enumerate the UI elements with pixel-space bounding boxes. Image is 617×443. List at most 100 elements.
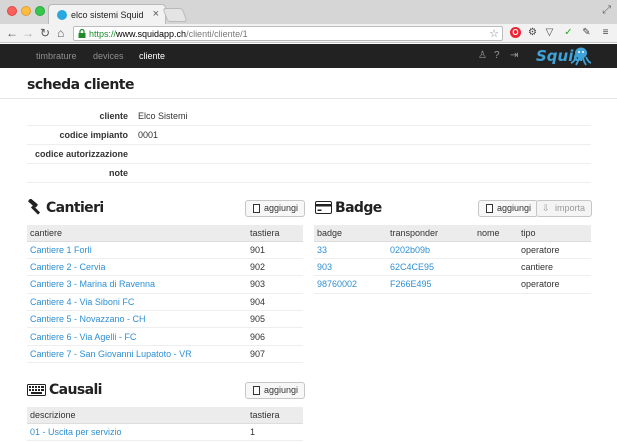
menu-icon[interactable]: ≡ bbox=[600, 27, 611, 38]
tastiera-cell: 1 bbox=[247, 423, 303, 441]
close-window-button[interactable] bbox=[7, 6, 17, 16]
column-header: tipo bbox=[518, 225, 591, 242]
tastiera-cell: 906 bbox=[247, 327, 303, 346]
tipo-cell: cantiere bbox=[518, 258, 591, 277]
fullscreen-icon[interactable]: ⤢ bbox=[602, 4, 611, 17]
tastiera-cell: 907 bbox=[247, 345, 303, 364]
badge-table: badge transponder nome tipo 33 0202b09b op… bbox=[314, 225, 591, 294]
maximize-window-button[interactable] bbox=[35, 6, 45, 16]
back-icon[interactable]: ← bbox=[6, 26, 18, 40]
table-row: Cantiere 1 Forlì 901 bbox=[27, 241, 303, 259]
nav-cliente[interactable]: cliente bbox=[139, 51, 165, 61]
opera-extension-icon[interactable]: O bbox=[510, 27, 521, 38]
badge-link[interactable]: 903 bbox=[314, 258, 387, 277]
table-row: Cantiere 2 - Cervia 902 bbox=[27, 258, 303, 277]
tastiera-cell: 904 bbox=[247, 293, 303, 312]
column-header: transponder bbox=[387, 225, 474, 242]
divider bbox=[0, 98, 617, 99]
credit-card-icon bbox=[315, 201, 332, 214]
keyboard-icon bbox=[27, 384, 46, 396]
hammer-icon bbox=[28, 199, 41, 215]
info-row-codice-autorizzazione: codice autorizzazione bbox=[27, 145, 591, 164]
cantiere-link[interactable]: Cantiere 7 - San Giovanni Lupatoto - VR bbox=[27, 345, 247, 364]
file-icon bbox=[486, 204, 493, 213]
info-label: codice impianto bbox=[59, 130, 128, 140]
nome-cell bbox=[474, 258, 518, 277]
cantiere-link[interactable]: Cantiere 2 - Cervia bbox=[27, 258, 247, 277]
info-label: codice autorizzazione bbox=[34, 149, 128, 159]
causali-table: descrizione tastiera 01 - Uscita per ser… bbox=[27, 407, 303, 441]
import-icon: ⇩ bbox=[542, 203, 550, 213]
tastiera-cell: 902 bbox=[247, 258, 303, 277]
transponder-link[interactable]: 0202b09b bbox=[387, 241, 474, 259]
reload-icon[interactable]: ↻ bbox=[40, 26, 50, 40]
help-icon[interactable]: ? bbox=[494, 50, 500, 61]
cantieri-table: cantiere tastiera Cantiere 1 Forlì 901 Ca… bbox=[27, 225, 303, 364]
bookmark-star-icon[interactable]: ☆ bbox=[489, 27, 499, 40]
badge-title: Badge bbox=[335, 200, 382, 216]
user-icon[interactable]: ♙ bbox=[478, 50, 487, 61]
table-row: Cantiere 7 - San Giovanni Lupatoto - VR 9… bbox=[27, 345, 303, 364]
add-causale-button[interactable]: aggiungi bbox=[245, 382, 306, 399]
nav-timbrature[interactable]: timbrature bbox=[36, 51, 77, 61]
nome-cell bbox=[474, 275, 518, 294]
file-icon bbox=[253, 204, 260, 213]
page-title: scheda cliente bbox=[27, 77, 134, 93]
column-header: tastiera bbox=[247, 225, 303, 242]
gear-icon[interactable]: ⚙ bbox=[527, 27, 538, 38]
squid-logo-icon bbox=[570, 47, 592, 66]
cantiere-link[interactable]: Cantiere 5 - Novazzano - CH bbox=[27, 310, 247, 329]
close-tab-icon[interactable]: × bbox=[153, 8, 159, 20]
pocket-icon[interactable]: ▽ bbox=[544, 27, 555, 38]
transponder-link[interactable]: 62C4CE95 bbox=[387, 258, 474, 277]
info-value: 0001 bbox=[138, 130, 159, 140]
transponder-link[interactable]: F266E495 bbox=[387, 275, 474, 294]
logout-icon[interactable]: ⇥ bbox=[510, 50, 518, 61]
info-row-cliente: cliente Elco Sistemi bbox=[27, 107, 591, 126]
table-row: 33 0202b09b operatore bbox=[314, 241, 591, 259]
browser-tab[interactable]: elco sistemi Squid × bbox=[48, 4, 166, 24]
import-badge-button[interactable]: ⇩ importa bbox=[536, 200, 593, 217]
cantiere-link[interactable]: Cantiere 1 Forlì bbox=[27, 241, 247, 259]
table-header-row: descrizione tastiera bbox=[27, 407, 303, 424]
table-row: 01 - Uscita per servizio 1 bbox=[27, 423, 303, 441]
column-header: descrizione bbox=[27, 407, 247, 424]
info-label: cliente bbox=[99, 111, 128, 121]
extension-icon[interactable]: ✓ bbox=[563, 27, 574, 38]
nav-devices[interactable]: devices bbox=[93, 51, 124, 61]
pin-icon[interactable]: ✎ bbox=[581, 27, 592, 38]
table-row: Cantiere 4 - Via Siboni FC 904 bbox=[27, 293, 303, 312]
address-bar[interactable]: https://www.squidapp.ch/clienti/cliente/… bbox=[73, 26, 503, 41]
badge-link[interactable]: 98760002 bbox=[314, 275, 387, 294]
tastiera-cell: 903 bbox=[247, 275, 303, 294]
nome-cell bbox=[474, 241, 518, 259]
home-icon[interactable]: ⌂ bbox=[57, 26, 64, 40]
add-cantiere-button[interactable]: aggiungi bbox=[245, 200, 306, 217]
badge-link[interactable]: 33 bbox=[314, 241, 387, 259]
minimize-window-button[interactable] bbox=[21, 6, 31, 16]
table-row: Cantiere 3 - Marina di Ravenna 903 bbox=[27, 275, 303, 294]
cantieri-title: Cantieri bbox=[46, 200, 104, 216]
column-header: cantiere bbox=[27, 225, 247, 242]
browser-toolbar: ← → ↻ ⌂ https://www.squidapp.ch/clienti/… bbox=[0, 24, 617, 43]
cantiere-link[interactable]: Cantiere 4 - Via Siboni FC bbox=[27, 293, 247, 312]
cantiere-link[interactable]: Cantiere 6 - Via Agelli - FC bbox=[27, 327, 247, 346]
url-text: https://www.squidapp.ch/clienti/cliente/… bbox=[89, 29, 248, 39]
cantiere-link[interactable]: Cantiere 3 - Marina di Ravenna bbox=[27, 275, 247, 294]
lock-icon bbox=[78, 29, 86, 38]
info-label: note bbox=[109, 168, 128, 178]
table-row: 98760002 F266E495 operatore bbox=[314, 275, 591, 294]
tipo-cell: operatore bbox=[518, 241, 591, 259]
tastiera-cell: 905 bbox=[247, 310, 303, 329]
info-row-note: note bbox=[27, 164, 591, 183]
tab-title: elco sistemi Squid bbox=[71, 10, 144, 20]
forward-icon[interactable]: → bbox=[22, 26, 34, 40]
table-row: 903 62C4CE95 cantiere bbox=[314, 258, 591, 277]
browser-tabstrip: elco sistemi Squid × ⤢ bbox=[0, 0, 617, 24]
add-badge-button[interactable]: aggiungi bbox=[478, 200, 539, 217]
column-header: nome bbox=[474, 225, 518, 242]
info-value: Elco Sistemi bbox=[138, 111, 188, 121]
causali-title: Causali bbox=[49, 382, 102, 398]
causale-link[interactable]: 01 - Uscita per servizio bbox=[27, 423, 247, 441]
new-tab-button[interactable] bbox=[162, 8, 188, 22]
